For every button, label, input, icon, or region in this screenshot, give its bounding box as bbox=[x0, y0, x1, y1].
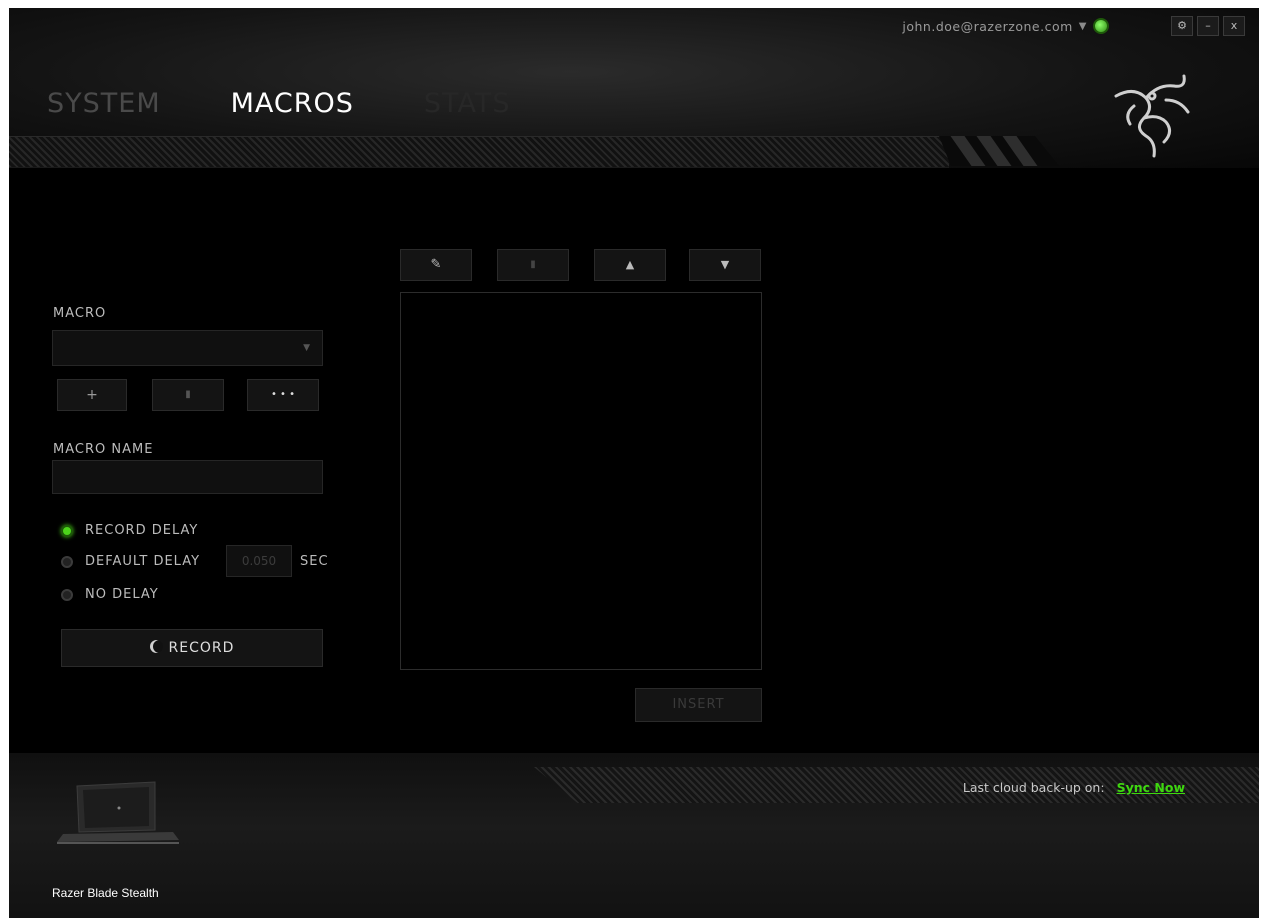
no-delay-option[interactable]: NO DELAY bbox=[61, 587, 159, 602]
add-macro-button[interactable]: + bbox=[57, 379, 127, 411]
macro-label: MACRO bbox=[53, 306, 107, 321]
insert-button[interactable]: INSERT bbox=[635, 688, 762, 722]
default-delay-input[interactable]: 0.050 bbox=[226, 545, 292, 577]
radio-icon[interactable] bbox=[61, 555, 73, 568]
macro-events-list[interactable] bbox=[400, 292, 762, 670]
radio-selected-icon[interactable] bbox=[61, 524, 73, 537]
user-account[interactable]: john.doe@razerzone.com ▼ bbox=[902, 18, 1109, 34]
record-delay-option[interactable]: RECORD DELAY bbox=[61, 523, 198, 538]
close-button[interactable]: x bbox=[1223, 16, 1245, 36]
footer: Last cloud back-up on: Sync Now Razer Bl… bbox=[9, 753, 1259, 918]
record-delay-label: RECORD DELAY bbox=[85, 523, 199, 538]
default-delay-option[interactable]: DEFAULT DELAY bbox=[61, 554, 200, 569]
device-name: Razer Blade Stealth bbox=[52, 886, 159, 900]
macro-select[interactable]: ▼ bbox=[52, 330, 323, 366]
macro-name-label: MACRO NAME bbox=[53, 442, 154, 457]
header: john.doe@razerzone.com ▼ ⚙ – x SYSTEM MA… bbox=[9, 8, 1259, 168]
record-icon bbox=[149, 640, 163, 653]
move-down-button[interactable]: ▼ bbox=[689, 249, 761, 281]
record-button-label: RECORD bbox=[168, 640, 235, 656]
more-options-button[interactable]: • • • bbox=[247, 379, 319, 411]
delete-event-button[interactable]: ▮ bbox=[497, 249, 569, 281]
default-delay-label: DEFAULT DELAY bbox=[85, 554, 201, 569]
radio-icon[interactable] bbox=[61, 588, 73, 601]
settings-button[interactable]: ⚙ bbox=[1171, 16, 1193, 36]
cloud-backup-label: Last cloud back-up on: bbox=[962, 780, 1105, 795]
chevron-down-icon[interactable]: ▼ bbox=[303, 343, 310, 353]
synapse-window: john.doe@razerzone.com ▼ ⚙ – x SYSTEM MA… bbox=[9, 8, 1259, 918]
delay-unit-label: SEC bbox=[300, 554, 329, 569]
tab-system[interactable]: SYSTEM bbox=[47, 88, 161, 119]
window-controls: ⚙ – x bbox=[1171, 16, 1245, 36]
cloud-backup-status: Last cloud back-up on: Sync Now bbox=[963, 780, 1185, 795]
edit-button[interactable]: ✎ bbox=[400, 249, 472, 281]
main-tabs: SYSTEM MACROS STATS bbox=[47, 88, 510, 119]
delete-macro-button[interactable]: ▮ bbox=[152, 379, 224, 411]
tab-stats[interactable]: STATS bbox=[424, 88, 511, 119]
no-delay-label: NO DELAY bbox=[85, 587, 159, 602]
move-up-button[interactable]: ▲ bbox=[594, 249, 666, 281]
macro-name-input[interactable] bbox=[52, 460, 323, 494]
tab-macros[interactable]: MACROS bbox=[231, 88, 354, 119]
laptop-device-icon[interactable] bbox=[49, 778, 179, 848]
minimize-button[interactable]: – bbox=[1197, 16, 1219, 36]
header-pattern bbox=[9, 136, 949, 168]
razer-logo-icon bbox=[1114, 74, 1190, 158]
record-button[interactable]: RECORD bbox=[61, 629, 323, 667]
chevron-down-icon[interactable]: ▼ bbox=[1079, 21, 1087, 32]
online-status-icon[interactable] bbox=[1093, 18, 1109, 34]
user-email[interactable]: john.doe@razerzone.com bbox=[902, 19, 1072, 34]
header-pattern-tail bbox=[939, 136, 1059, 166]
sync-now-link[interactable]: Sync Now bbox=[1117, 780, 1185, 795]
